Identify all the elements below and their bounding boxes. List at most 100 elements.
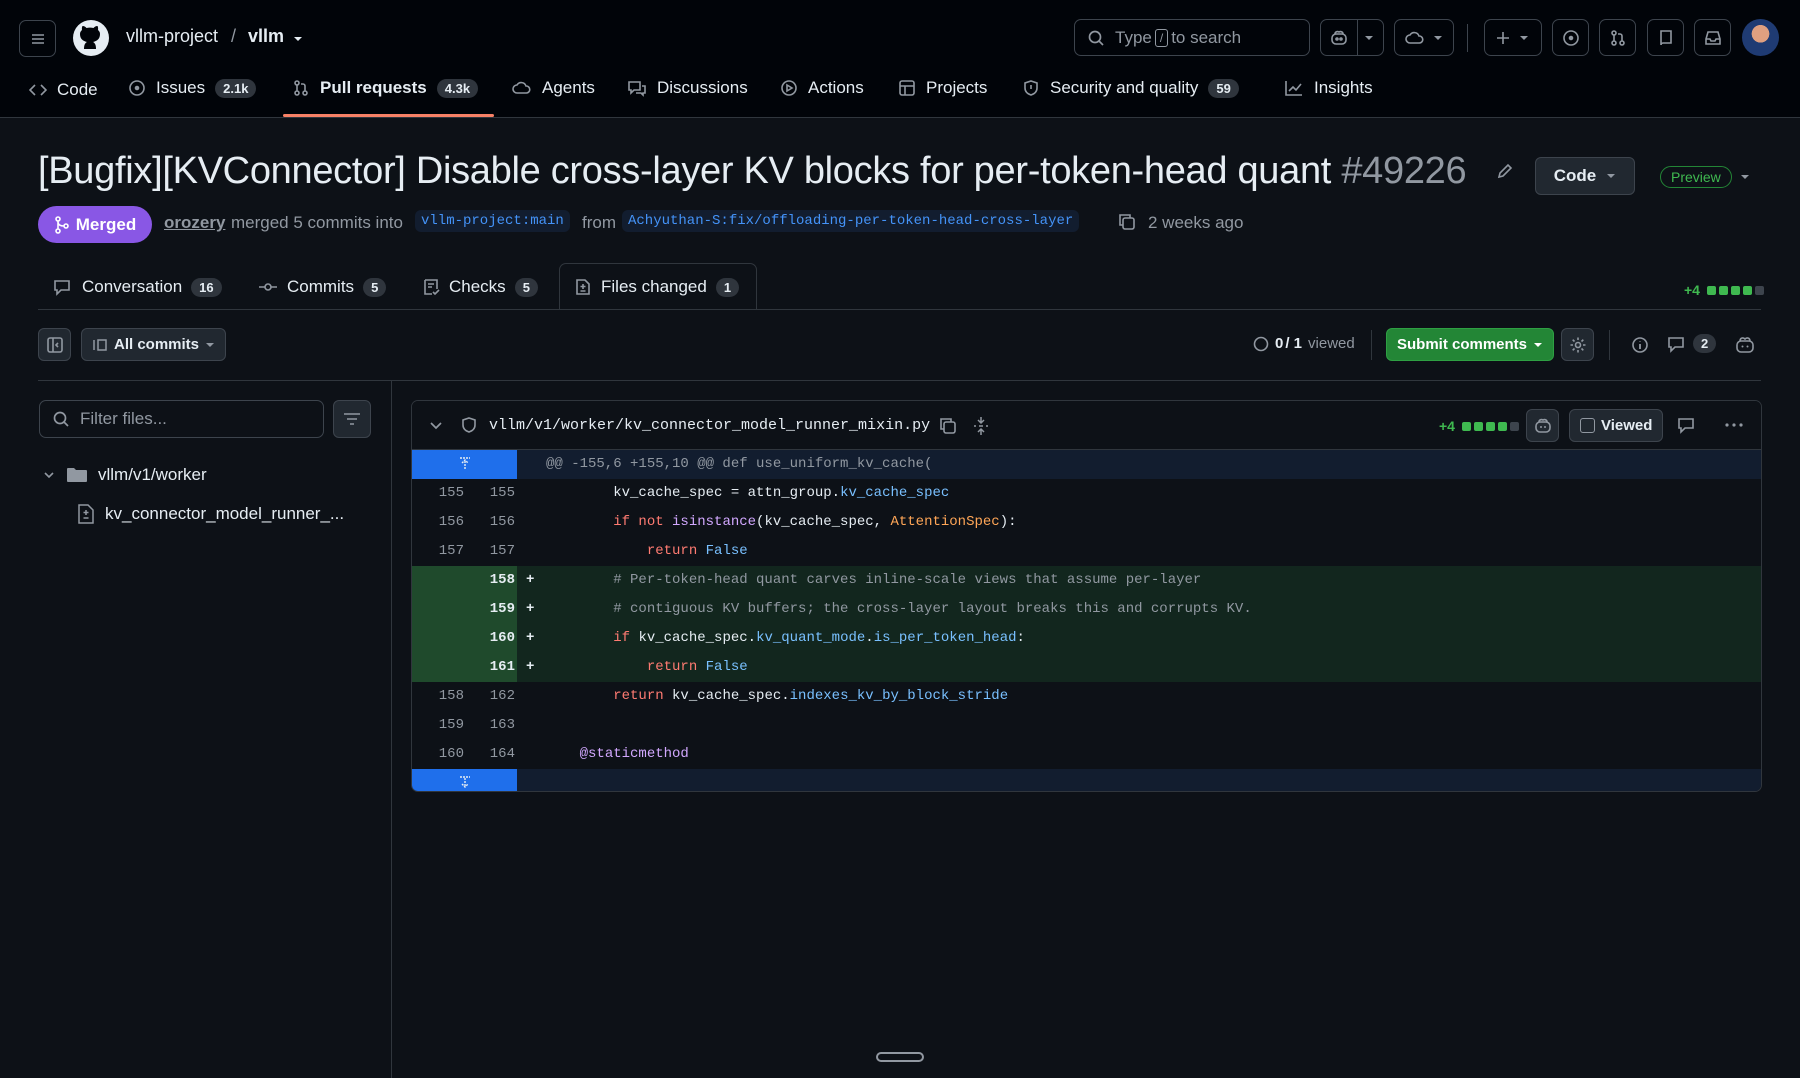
new-line-number[interactable]: 164 — [463, 740, 515, 769]
nav-actions[interactable]: Actions — [780, 78, 864, 98]
security-count: 59 — [1208, 78, 1239, 98]
expand-down-button[interactable] — [412, 769, 517, 791]
inbox-button[interactable] — [1694, 19, 1731, 56]
head-branch[interactable]: Achyuthan-S:fix/offloading-per-token-hea… — [622, 210, 1080, 232]
merged-time: 2 weeks ago — [1148, 213, 1244, 232]
viewed-progress: 0 / 1 viewed — [1253, 335, 1355, 352]
code-token: return — [646, 543, 706, 559]
base-branch[interactable]: vllm-project:main — [415, 210, 570, 232]
nav-insights[interactable]: Insights — [1284, 78, 1373, 98]
nav-security[interactable]: Security and quality 59 — [1022, 78, 1239, 98]
code-token: return — [613, 688, 673, 704]
new-line-number[interactable]: 156 — [463, 508, 515, 537]
filter-options-button[interactable] — [333, 400, 371, 438]
new-line-number[interactable]: 160 — [463, 624, 515, 653]
code-text: return False — [546, 537, 748, 566]
plus-marker: + — [526, 630, 535, 646]
tab-conversation[interactable]: Conversation 16 — [53, 277, 222, 297]
code-dropdown-button[interactable]: Code — [1535, 157, 1635, 195]
old-line-number[interactable]: 160 — [412, 740, 464, 769]
code-token: kv_cache_spec = attn_group. — [546, 485, 841, 501]
chevron-down-icon — [1365, 35, 1373, 40]
copy-icon[interactable] — [938, 416, 958, 436]
search-input[interactable]: Type / to search — [1074, 19, 1310, 56]
filter-files-input[interactable]: Filter files... — [39, 400, 324, 438]
avatar[interactable] — [1742, 19, 1779, 56]
nav-discussions[interactable]: Discussions — [627, 78, 748, 98]
copilot-icon[interactable] — [1734, 335, 1756, 355]
old-line-number[interactable]: 157 — [412, 537, 464, 566]
diff-settings-button[interactable] — [1561, 328, 1594, 361]
old-line-number[interactable]: 156 — [412, 508, 464, 537]
copilot-button[interactable] — [1320, 19, 1384, 56]
search-icon — [1088, 30, 1104, 46]
new-line-number[interactable]: 161 — [463, 653, 515, 682]
edit-pencil-icon[interactable] — [1496, 162, 1514, 180]
codespaces-button[interactable] — [1394, 19, 1454, 56]
comment-icon[interactable] — [1677, 416, 1697, 434]
new-line-number[interactable]: 158 — [463, 566, 515, 595]
added-line: 159 + # contiguous KV buffers; the cross-… — [412, 595, 1761, 624]
author-link[interactable]: orozery — [164, 213, 225, 233]
plus-marker: + — [526, 572, 535, 588]
all-commits-dropdown[interactable]: All commits — [81, 328, 227, 361]
old-line-number[interactable]: 159 — [412, 711, 464, 740]
nav-code[interactable]: Code — [29, 80, 98, 100]
tab-checks[interactable]: Checks 5 — [422, 277, 538, 297]
copilot-review-button[interactable] — [1526, 409, 1559, 442]
repo-owner-link[interactable]: vllm-project — [126, 26, 218, 47]
file-diff: vllm/v1/worker/kv_connector_model_runner… — [411, 400, 1762, 792]
file-path[interactable]: vllm/v1/worker/kv_connector_model_runner… — [489, 417, 930, 434]
checkbox[interactable] — [1580, 418, 1595, 433]
tree-folder[interactable]: vllm/v1/worker — [42, 465, 207, 485]
new-line-number[interactable]: 159 — [463, 595, 515, 624]
kebab-horizontal-icon[interactable] — [1724, 416, 1744, 434]
viewed-checkbox[interactable]: Viewed — [1569, 409, 1664, 442]
github-logo-icon[interactable] — [71, 18, 111, 58]
old-line-number[interactable]: 158 — [412, 682, 464, 711]
preview-badge[interactable]: Preview — [1660, 166, 1732, 188]
nav-agents[interactable]: Agents — [512, 78, 595, 98]
expand-up-button[interactable] — [412, 450, 517, 479]
pull-requests-button[interactable] — [1599, 19, 1636, 56]
file-diff-icon — [78, 504, 94, 524]
tab-files-changed[interactable]: Files changed 1 — [574, 277, 740, 297]
filter-icon — [344, 413, 360, 425]
new-line-number[interactable]: 162 — [463, 682, 515, 711]
menu-button[interactable] — [19, 20, 56, 57]
comments-button[interactable]: 2 — [1667, 334, 1717, 353]
info-icon[interactable] — [1631, 336, 1649, 354]
search-icon — [53, 411, 69, 427]
expand-all-icon[interactable] — [972, 416, 990, 436]
chevron-down-icon[interactable] — [292, 33, 304, 45]
nav-issues[interactable]: Issues 2.1k — [128, 78, 257, 98]
resize-handle[interactable] — [876, 1052, 924, 1062]
new-line-number[interactable]: 155 — [463, 479, 515, 508]
tab-commits[interactable]: Commits 5 — [258, 277, 387, 297]
context-line: 160 164 @staticmethod — [412, 740, 1761, 769]
chevron-down-icon[interactable] — [428, 417, 444, 433]
tree-file[interactable]: kv_connector_model_runner_... — [77, 504, 344, 524]
divider — [1467, 24, 1468, 52]
nav-pull-requests[interactable]: Pull requests 4.3k — [292, 78, 479, 98]
new-line-number[interactable]: 163 — [463, 711, 515, 740]
plus-marker: + — [526, 601, 535, 617]
tab-label: Conversation — [82, 277, 183, 296]
new-line-number[interactable]: 157 — [463, 537, 515, 566]
chevron-down-icon[interactable] — [1740, 172, 1750, 182]
filter-placeholder: Filter files... — [80, 409, 167, 428]
nav-projects[interactable]: Projects — [898, 78, 987, 98]
code-button-label: Code — [1553, 166, 1597, 185]
copy-icon[interactable] — [1117, 212, 1137, 232]
toggle-file-tree-button[interactable] — [38, 328, 71, 361]
top-bar: vllm-project / vllm Type / to search Cod… — [0, 0, 1800, 118]
diffstat-block — [1485, 421, 1495, 431]
repositories-button[interactable] — [1647, 19, 1684, 56]
copilot-icon — [1331, 30, 1347, 45]
repo-name-link[interactable]: vllm — [248, 26, 284, 47]
create-new-button[interactable] — [1484, 19, 1542, 56]
code-token: False — [705, 659, 748, 675]
issues-button[interactable] — [1552, 19, 1589, 56]
submit-comments-button[interactable]: Submit comments — [1386, 328, 1555, 361]
old-line-number[interactable]: 155 — [412, 479, 464, 508]
